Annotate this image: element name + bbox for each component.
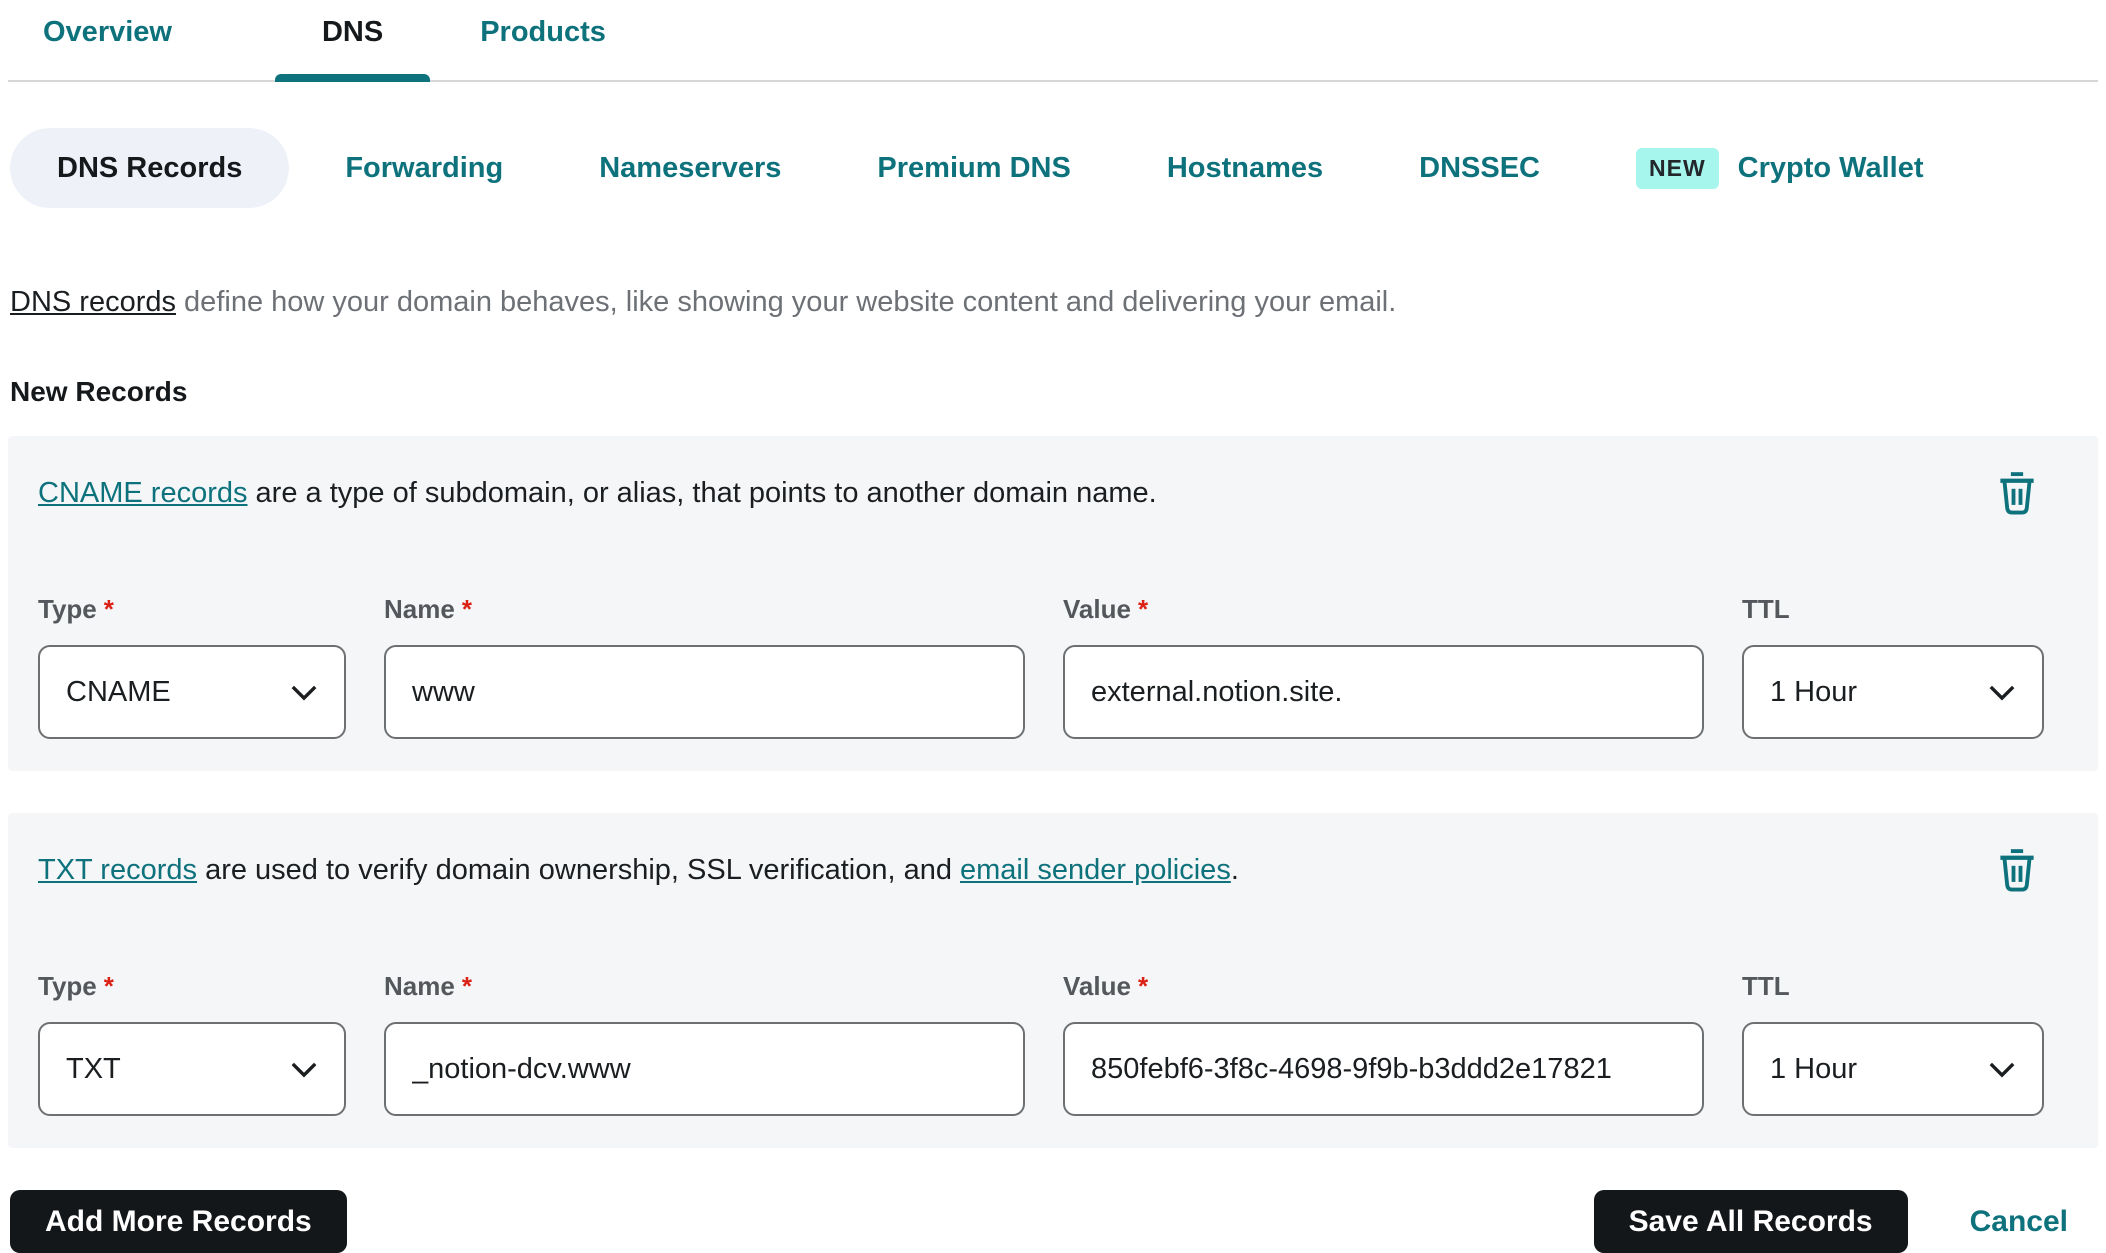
value-label-text: Value xyxy=(1063,971,1131,1001)
top-tab-bar: Overview DNS Products xyxy=(8,0,2098,82)
txt-records-link[interactable]: TXT records xyxy=(38,854,197,886)
trash-icon xyxy=(2000,472,2034,515)
value-label-text: Value xyxy=(1063,594,1131,624)
cname-desc-text: are a type of subdomain, or alias, that … xyxy=(247,477,1157,509)
required-asterisk: * xyxy=(103,594,114,624)
cname-name-field: Name * xyxy=(384,594,1025,739)
txt-name-label: Name * xyxy=(384,971,1025,1002)
delete-txt-record-button[interactable] xyxy=(1992,843,2042,897)
txt-fields-row: Type* TXT Name* Value* xyxy=(38,971,2070,1116)
cancel-button[interactable]: Cancel xyxy=(1970,1205,2068,1239)
chevron-down-icon xyxy=(291,1062,317,1077)
tab-overview[interactable]: Overview xyxy=(43,0,172,80)
email-sender-policies-link[interactable]: email sender policies xyxy=(960,854,1231,886)
cname-type-field: Type * CNAME xyxy=(38,594,346,739)
dns-management-page: Overview DNS Products DNS Records Forwar… xyxy=(0,0,2106,1253)
cname-name-input[interactable] xyxy=(384,645,1025,739)
cname-ttl-select[interactable]: 1 Hour xyxy=(1742,645,2044,739)
cname-ttl-field: TTL 1 Hour xyxy=(1742,594,2044,739)
name-label-text: Name xyxy=(384,971,455,1001)
txt-type-field: Type * TXT xyxy=(38,971,346,1116)
subtab-crypto-wallet[interactable]: NEW Crypto Wallet xyxy=(1596,147,1964,189)
chevron-down-icon xyxy=(1989,1062,2015,1077)
record-card-txt-header: TXT records are used to verify domain ow… xyxy=(38,843,2070,897)
subtab-forwarding[interactable]: Forwarding xyxy=(305,152,543,185)
type-label-text: Type xyxy=(38,971,97,1001)
txt-desc-tail: . xyxy=(1230,854,1239,886)
tab-products[interactable]: Products xyxy=(480,0,606,80)
new-badge: NEW xyxy=(1636,147,1719,189)
dns-intro-rest: define how your domain behaves, like sho… xyxy=(176,286,1397,318)
cname-value-input[interactable] xyxy=(1063,645,1704,739)
txt-ttl-select[interactable]: 1 Hour xyxy=(1742,1022,2044,1116)
cname-value-field: Value * xyxy=(1063,594,1704,739)
txt-ttl-label: TTL xyxy=(1742,971,2044,1002)
required-asterisk: * xyxy=(461,971,472,1001)
required-asterisk: * xyxy=(461,594,472,624)
txt-desc-text: are used to verify domain ownership, SSL… xyxy=(197,854,961,886)
name-label-text: Name xyxy=(384,594,455,624)
txt-type-label: Type * xyxy=(38,971,346,1002)
subtab-crypto-wallet-label: Crypto Wallet xyxy=(1737,151,1924,184)
required-asterisk: * xyxy=(1137,971,1149,1001)
delete-cname-record-button[interactable] xyxy=(1992,466,2042,520)
cname-type-value: CNAME xyxy=(66,675,171,708)
active-tab-underline xyxy=(274,74,431,82)
record-card-cname: CNAME records are a type of subdomain, o… xyxy=(8,436,2098,771)
chevron-down-icon xyxy=(291,685,317,700)
subtab-nameservers-label: Nameservers xyxy=(599,151,782,184)
txt-ttl-field: TTL 1 Hour xyxy=(1742,971,2044,1116)
tab-dns-label: DNS xyxy=(321,16,384,48)
tab-products-label: Products xyxy=(480,16,606,48)
dns-subtab-bar: DNS Records Forwarding Nameservers Premi… xyxy=(8,128,2098,208)
cname-ttl-value: 1 Hour xyxy=(1770,675,1858,708)
cname-type-select[interactable]: CNAME xyxy=(38,645,346,739)
dns-intro-text: DNS records define how your domain behav… xyxy=(10,284,2098,320)
txt-type-value: TXT xyxy=(66,1052,121,1085)
cname-name-label: Name * xyxy=(384,594,1025,625)
record-card-txt: TXT records are used to verify domain ow… xyxy=(8,813,2098,1148)
footer-action-bar: Add More Records Save All Records Cancel xyxy=(8,1190,2098,1253)
tab-overview-label: Overview xyxy=(43,16,172,48)
ttl-label-text: TTL xyxy=(1742,971,1790,1001)
subtab-forwarding-label: Forwarding xyxy=(345,151,504,184)
cname-records-link[interactable]: CNAME records xyxy=(38,477,248,509)
txt-ttl-value: 1 Hour xyxy=(1770,1052,1858,1085)
trash-icon xyxy=(2000,849,2034,892)
subtab-premium-dns-label: Premium DNS xyxy=(877,151,1071,184)
cname-fields-row: Type* CNAME Name* Value* xyxy=(38,594,2070,739)
required-asterisk: * xyxy=(1137,594,1149,624)
subtab-hostnames[interactable]: Hostnames xyxy=(1127,152,1363,185)
cname-ttl-label: TTL xyxy=(1742,594,2044,625)
new-records-heading: New Records xyxy=(10,376,188,407)
cname-value-label: Value * xyxy=(1063,594,1704,625)
subtab-nameservers[interactable]: Nameservers xyxy=(559,152,821,185)
txt-name-input[interactable] xyxy=(384,1022,1025,1116)
txt-type-select[interactable]: TXT xyxy=(38,1022,346,1116)
chevron-down-icon xyxy=(1989,685,2015,700)
subtab-premium-dns[interactable]: Premium DNS xyxy=(837,152,1110,185)
type-label-text: Type xyxy=(38,594,97,624)
txt-value-label: Value * xyxy=(1063,971,1704,1002)
required-asterisk: * xyxy=(103,971,114,1001)
record-card-txt-description: TXT records are used to verify domain ow… xyxy=(38,852,1239,888)
txt-value-field: Value * xyxy=(1063,971,1704,1116)
dns-records-link[interactable]: DNS records xyxy=(10,286,176,318)
subtab-dns-records-label: DNS Records xyxy=(57,151,243,184)
record-card-cname-description: CNAME records are a type of subdomain, o… xyxy=(38,475,1157,511)
record-card-cname-header: CNAME records are a type of subdomain, o… xyxy=(38,466,2070,520)
save-all-records-button[interactable]: Save All Records xyxy=(1593,1190,1908,1253)
cname-type-label: Type * xyxy=(38,594,346,625)
subtab-dnssec[interactable]: DNSSEC xyxy=(1379,152,1580,185)
txt-name-field: Name * xyxy=(384,971,1025,1116)
ttl-label-text: TTL xyxy=(1742,594,1790,624)
add-more-records-button[interactable]: Add More Records xyxy=(10,1190,347,1253)
subtab-dnssec-label: DNSSEC xyxy=(1419,151,1540,184)
tab-dns[interactable]: DNS xyxy=(274,0,431,82)
subtab-hostnames-label: Hostnames xyxy=(1166,151,1324,184)
subtab-dns-records[interactable]: DNS Records xyxy=(10,128,290,208)
txt-value-input[interactable] xyxy=(1063,1022,1704,1116)
